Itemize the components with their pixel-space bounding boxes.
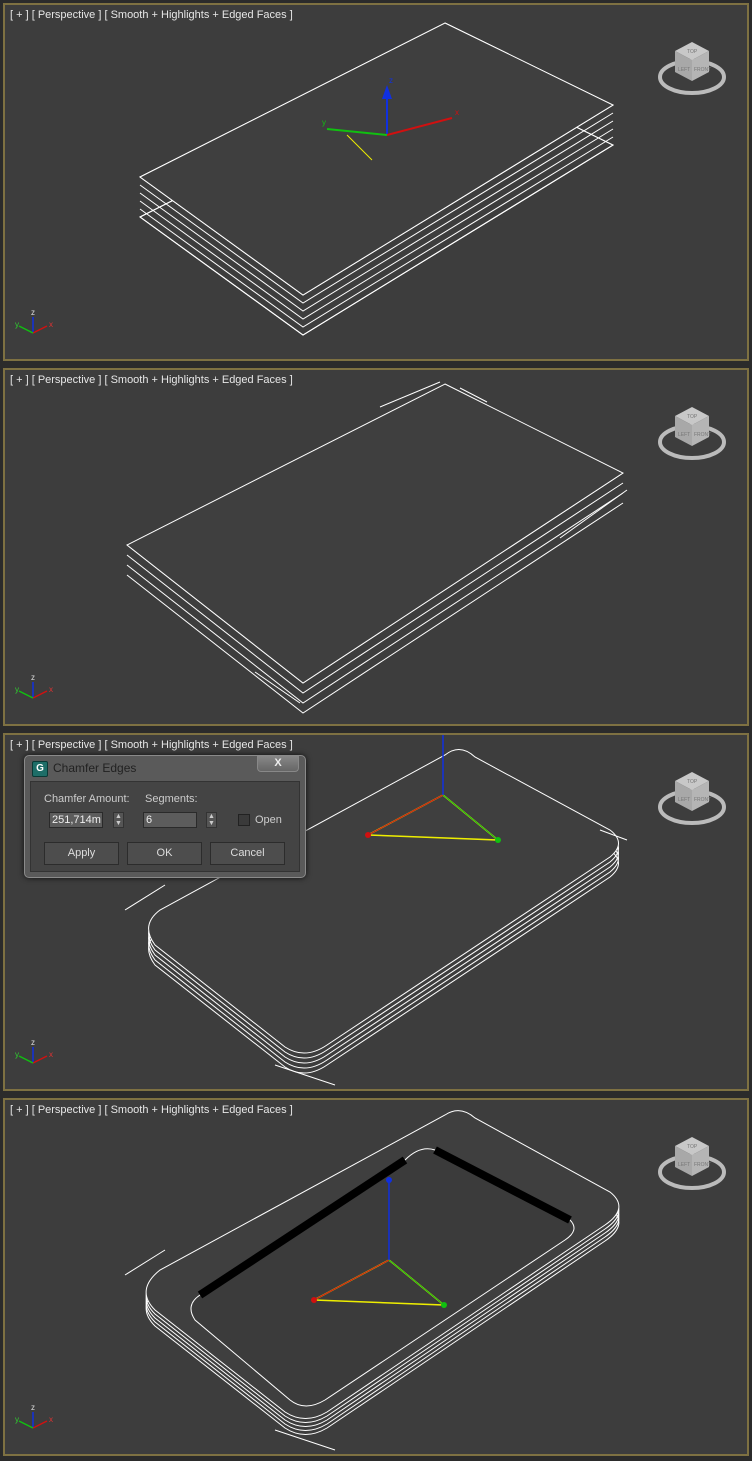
y-axis-label: y: [15, 1050, 19, 1059]
viewcube-left-label: LEFT: [678, 432, 690, 438]
y-axis-label: y: [15, 320, 19, 329]
slab-top: [139, 22, 615, 296]
gizmo-x-label: x: [455, 108, 459, 117]
gizmo-z-label: z: [389, 76, 393, 85]
chamfer-amount-input[interactable]: 251,714m: [49, 812, 103, 828]
viewcube-top-label: TOP: [687, 779, 698, 785]
chamfer-amount-spinner[interactable]: ▲ ▼: [113, 812, 124, 828]
app-icon: G: [32, 761, 48, 777]
viewcube-top-label: TOP: [687, 414, 698, 420]
gizmo-x-handle: [311, 1297, 317, 1303]
wireframe-box-split: z x y TOP LEFT FRONT: [15, 381, 726, 714]
gizmo-y-label: y: [322, 118, 326, 127]
x-axis-label: x: [49, 1050, 53, 1059]
edge-guide: [274, 1429, 336, 1451]
gizmo-z-handle: [386, 1177, 392, 1183]
viewcube-top-label: TOP: [687, 49, 698, 55]
viewport-1[interactable]: z x y z x y TOP LEFT FRONT [ + ] [ Perspective ] …: [3, 3, 749, 361]
viewcube-front-label: FRONT: [694, 67, 711, 73]
viewcube-left-label: LEFT: [678, 67, 690, 73]
y-axis-line: [18, 1420, 34, 1429]
segments-input[interactable]: 6: [143, 812, 197, 828]
z-axis-label: z: [31, 308, 35, 317]
z-axis-label: z: [31, 1403, 35, 1412]
chamfer-amount-label: Chamfer Amount:: [44, 793, 130, 805]
viewcube-left-label: LEFT: [678, 1162, 690, 1168]
viewcube-front-label: FRONT: [694, 797, 711, 803]
viewport-label[interactable]: [ + ] [ Perspective ] [ Smooth + Highlig…: [10, 739, 293, 751]
gizmo-y-handle: [495, 837, 501, 843]
x-axis-line: [32, 325, 48, 334]
y-axis-line: [18, 325, 34, 334]
wireframe-box-plain: z x y z x y TOP LEFT FRONT: [15, 22, 726, 336]
ok-button[interactable]: OK: [127, 842, 202, 865]
viewcube-front-label: FRONT: [694, 1162, 711, 1168]
slab-top: [126, 383, 625, 684]
open-label: Open: [255, 814, 282, 826]
x-axis-label: x: [49, 685, 53, 694]
viewport-label[interactable]: [ + ] [ Perspective ] [ Smooth + Highlig…: [10, 374, 293, 386]
viewport-2[interactable]: z x y TOP LEFT FRONT [ + ] [ Perspective ] [ S…: [3, 368, 749, 726]
z-axis-label: z: [31, 673, 35, 682]
viewport-label[interactable]: [ + ] [ Perspective ] [ Smooth + Highlig…: [10, 9, 293, 21]
cancel-button[interactable]: Cancel: [210, 842, 285, 865]
wireframe-tray: z x y TOP LEFT FRONT: [15, 1110, 726, 1451]
apply-button[interactable]: Apply: [44, 842, 119, 865]
y-axis-label: y: [15, 685, 19, 694]
dialog-title: Chamfer Edges: [53, 761, 137, 775]
gizmo-x-handle: [365, 832, 371, 838]
x-axis-line: [32, 690, 48, 699]
y-axis-line: [18, 1055, 34, 1064]
x-axis-line: [32, 1420, 48, 1429]
viewcube-left-label: LEFT: [678, 797, 690, 803]
viewport-4[interactable]: z x y TOP LEFT FRONT [ + ] [ Perspective ] [ S…: [3, 1098, 749, 1456]
viewcube-front-label: FRONT: [694, 432, 711, 438]
segments-spinner[interactable]: ▲ ▼: [206, 812, 217, 828]
x-axis-label: x: [49, 320, 53, 329]
viewport-label[interactable]: [ + ] [ Perspective ] [ Smooth + Highlig…: [10, 1104, 293, 1116]
x-axis-line: [32, 1055, 48, 1064]
chamfer-edges-dialog: G Chamfer Edges X Chamfer Amount: Segmen…: [24, 755, 306, 878]
edge-guide: [124, 884, 166, 911]
z-axis-label: z: [31, 1038, 35, 1047]
segments-label: Segments:: [145, 793, 198, 805]
edge-guide: [254, 671, 301, 704]
x-axis-label: x: [49, 1415, 53, 1424]
y-axis-label: y: [15, 1415, 19, 1424]
open-checkbox[interactable]: [238, 814, 250, 826]
gizmo-y-handle: [441, 1302, 447, 1308]
viewcube-top-label: TOP: [687, 1144, 698, 1150]
close-button[interactable]: X: [257, 756, 299, 772]
y-axis-line: [18, 690, 34, 699]
